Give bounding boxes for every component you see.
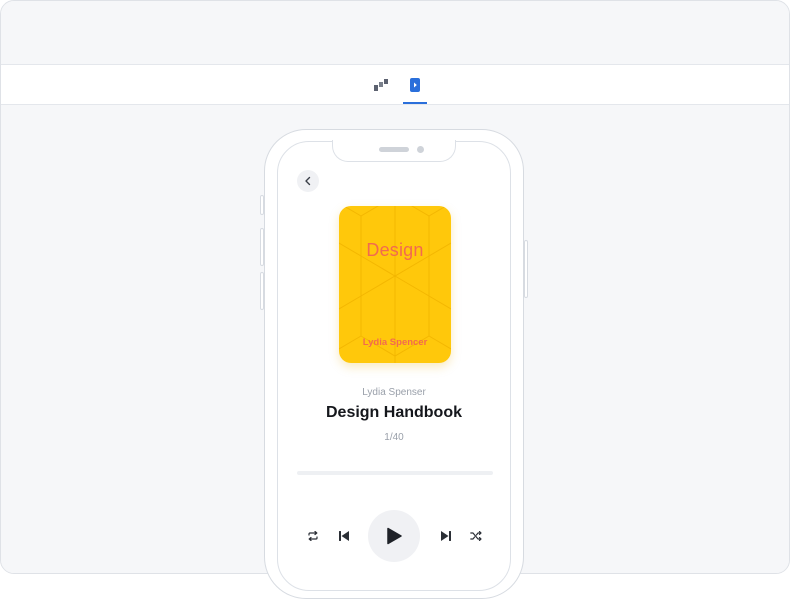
stairs-chart-icon[interactable] bbox=[369, 65, 393, 104]
previous-icon bbox=[339, 531, 349, 541]
phone-power-button bbox=[524, 240, 528, 298]
chevron-left-icon bbox=[305, 176, 311, 186]
preview-play-icon[interactable] bbox=[403, 65, 427, 104]
cover-title: Design bbox=[366, 240, 424, 260]
toolbar bbox=[1, 65, 789, 105]
back-button[interactable] bbox=[297, 170, 319, 192]
phone-camera bbox=[417, 146, 424, 153]
title-bar bbox=[1, 1, 789, 65]
page-counter: 1/40 bbox=[384, 432, 404, 443]
play-button[interactable] bbox=[368, 510, 420, 562]
phone-speaker bbox=[379, 147, 409, 152]
play-icon bbox=[387, 527, 402, 545]
progress-bar[interactable] bbox=[297, 471, 493, 475]
book-title: Design Handbook bbox=[325, 404, 462, 421]
shuffle-button[interactable] bbox=[468, 528, 484, 544]
repeat-button[interactable] bbox=[305, 528, 321, 544]
book-author: Lydia Spenser bbox=[362, 387, 426, 398]
next-icon bbox=[441, 531, 451, 541]
shuffle-icon bbox=[470, 531, 482, 541]
book-cover[interactable]: Design Lydia Spencer bbox=[339, 206, 451, 363]
previous-button[interactable] bbox=[336, 528, 352, 544]
next-button[interactable] bbox=[438, 528, 454, 544]
repeat-icon bbox=[308, 531, 318, 541]
cover-author: Lydia Spencer bbox=[362, 337, 428, 348]
